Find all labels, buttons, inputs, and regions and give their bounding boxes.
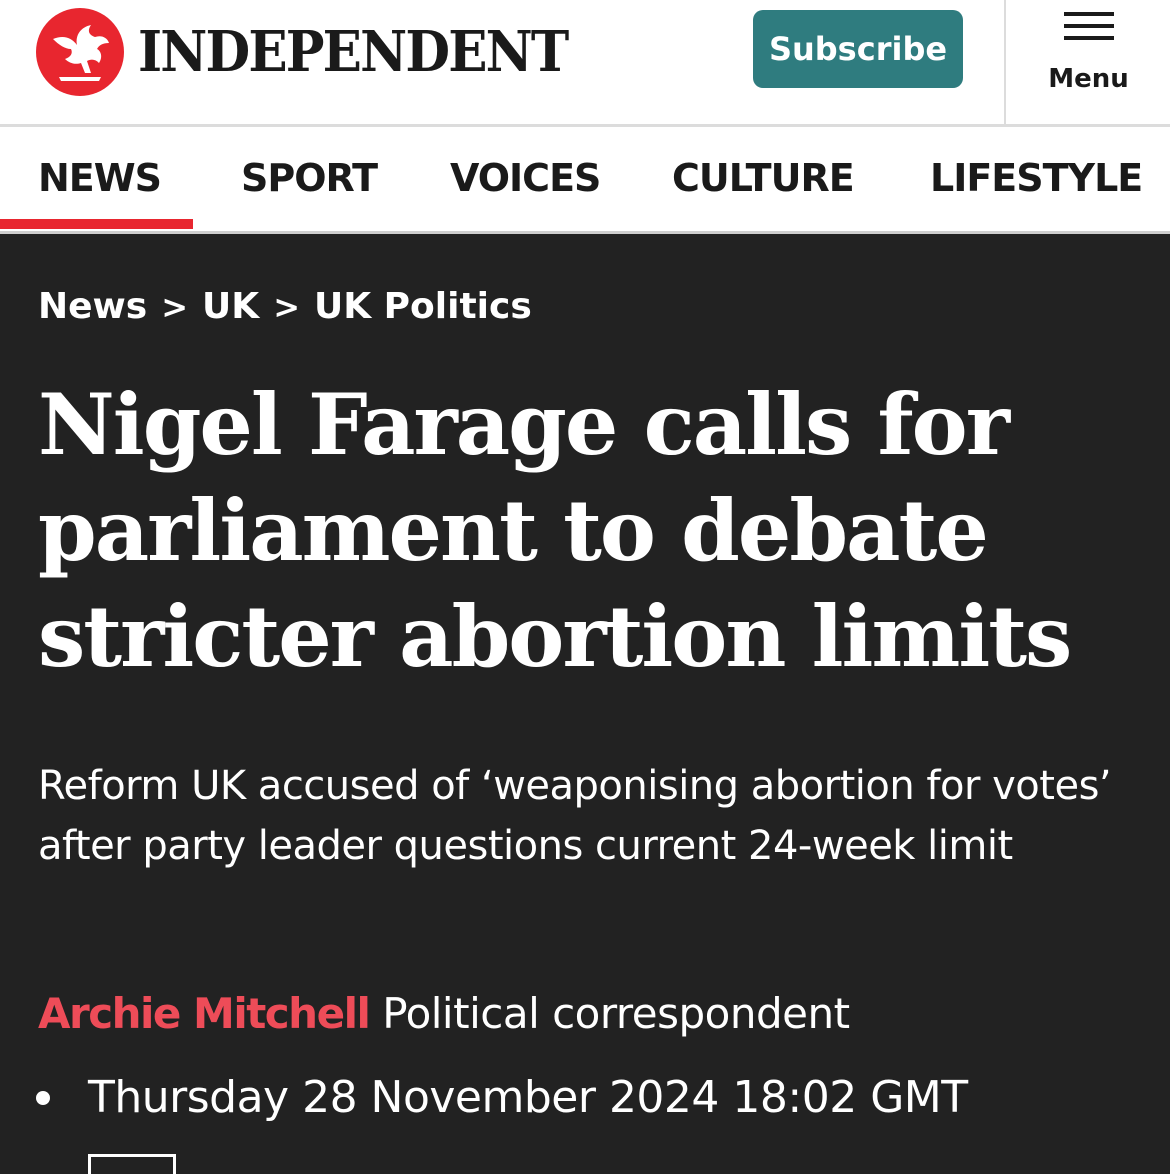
menu-label: Menu	[1048, 64, 1129, 94]
share-button[interactable]	[88, 1154, 176, 1174]
breadcrumb: News > UK > UK Politics	[38, 286, 532, 327]
nav-item-voices[interactable]: VOICES	[450, 156, 601, 200]
site-header: INDEPENDENT Subscribe Menu	[0, 0, 1170, 124]
subscribe-button[interactable]: Subscribe	[753, 10, 963, 88]
publish-date-text: Thursday 28 November 2024 18:02 GMT	[88, 1072, 968, 1123]
nav-item-culture[interactable]: CULTURE	[672, 156, 855, 200]
byline: Archie Mitchell Political correspondent	[38, 988, 850, 1040]
article-standfirst: Reform UK accused of ‘weaponising aborti…	[38, 763, 1112, 869]
author-name[interactable]: Archie Mitchell	[38, 989, 371, 1038]
nav-item-lifestyle[interactable]: LIFESTYLE	[930, 156, 1143, 200]
section-nav: NEWS SPORT VOICES CULTURE LIFESTYLE	[0, 124, 1170, 234]
nav-item-news[interactable]: NEWS	[38, 156, 162, 200]
author-role: Political correspondent	[382, 989, 850, 1038]
breadcrumb-uk[interactable]: UK	[202, 286, 259, 327]
breadcrumb-news[interactable]: News	[38, 286, 147, 327]
breadcrumb-separator: >	[273, 287, 300, 326]
breadcrumb-uk-politics[interactable]: UK Politics	[314, 286, 532, 327]
nav-divider	[0, 231, 1170, 234]
breadcrumb-separator: >	[161, 287, 189, 326]
menu-button[interactable]: Menu	[1007, 0, 1170, 124]
bullet-dot-icon	[36, 1091, 50, 1105]
nav-item-sport[interactable]: SPORT	[241, 156, 378, 200]
site-logo[interactable]: INDEPENDENT	[36, 8, 605, 96]
hamburger-menu-icon	[1063, 12, 1114, 40]
nav-active-indicator	[0, 219, 193, 229]
article-headline: Nigel Farage calls for parliament to deb…	[38, 375, 1072, 686]
logo-wordmark: INDEPENDENT	[138, 19, 569, 85]
header-divider	[1004, 0, 1006, 124]
publish-date: Thursday 28 November 2024 18:02 GMT	[36, 1070, 968, 1126]
eagle-logo-icon	[36, 8, 124, 96]
